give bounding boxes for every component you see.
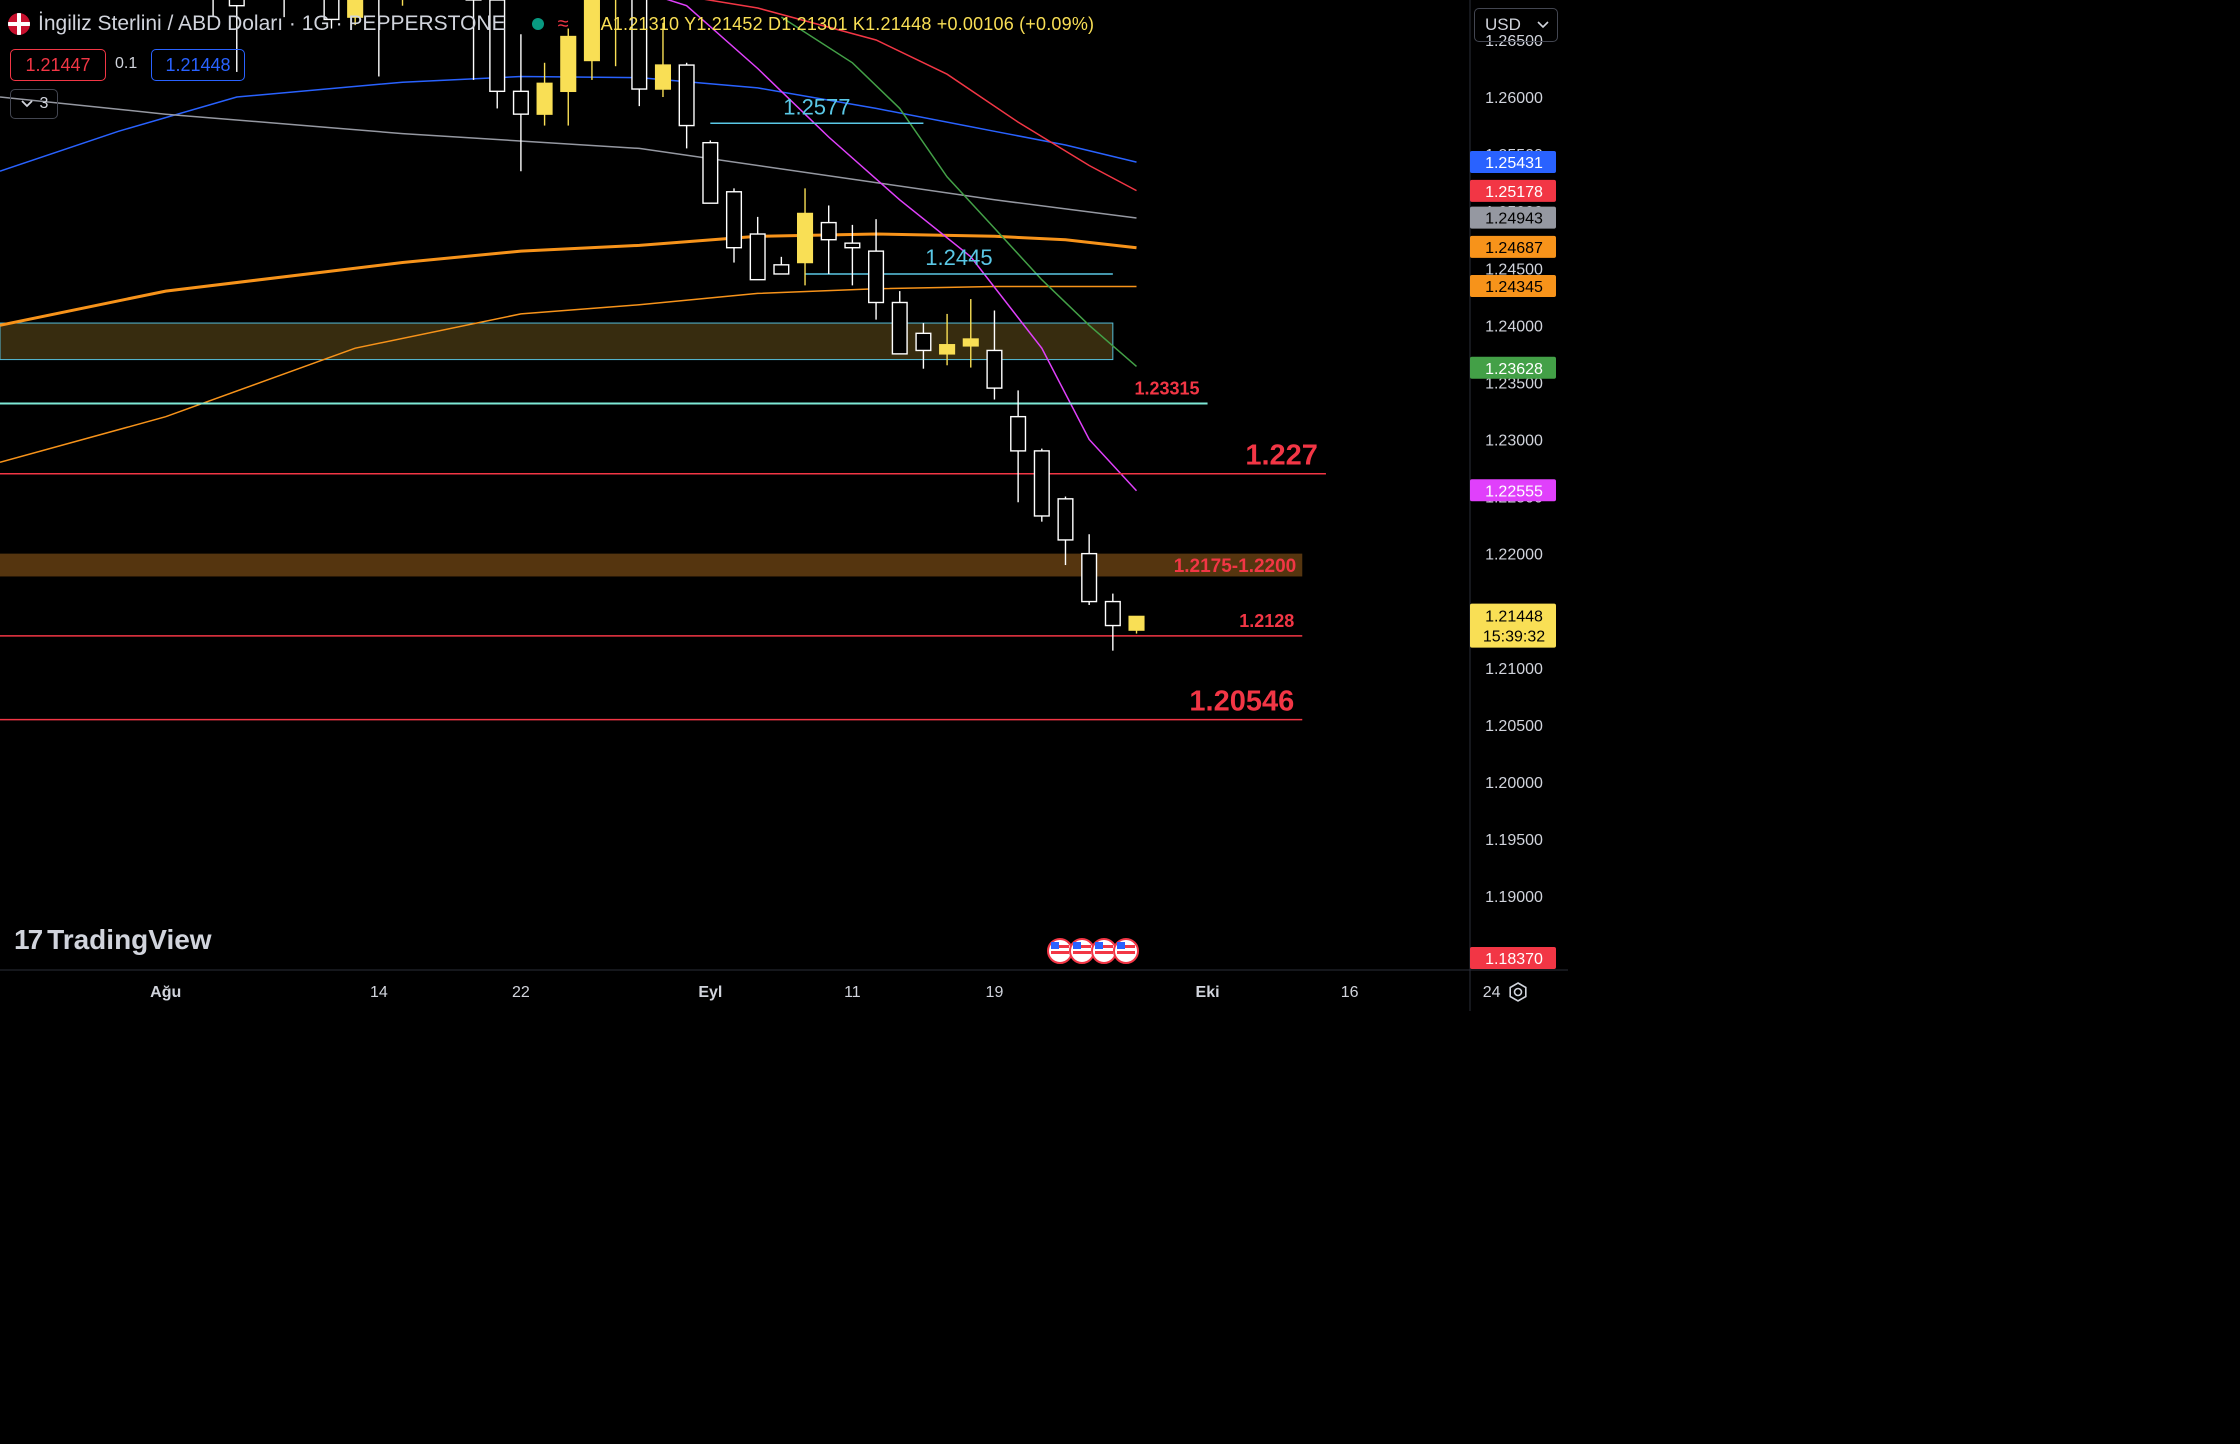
x-tick-label: Ağu [150, 984, 181, 1001]
candle-body-35 [1104, 600, 1121, 627]
price-tag-label-6: 1.22555 [1485, 483, 1543, 500]
us-flag-canton [1095, 942, 1103, 949]
candle-body-28 [939, 344, 956, 355]
candle-body-36 [1128, 615, 1145, 631]
us-flag-stripe [1117, 951, 1135, 954]
sell-button[interactable]: 1.21447 [10, 49, 106, 81]
us-flag-stripe [1051, 951, 1069, 954]
level-label-2: 1.23315 [1134, 379, 1199, 399]
currency-select[interactable]: USD [1474, 8, 1558, 42]
candle-body-23 [820, 221, 837, 241]
moving-average-line-4 [0, 285, 1137, 464]
spread-value: 0.1 [115, 55, 138, 72]
level-label-3: 1.227 [1245, 440, 1318, 472]
level-label-4: 1.2128 [1239, 611, 1294, 631]
wave-icon[interactable]: ≈ [558, 13, 569, 36]
candle-body-12 [560, 35, 577, 93]
candle-body-29 [962, 338, 979, 347]
x-tick-label: 22 [512, 984, 530, 1001]
candle-body-25 [868, 250, 885, 304]
us-flag-canton [1117, 942, 1125, 949]
candle-body-34 [1081, 552, 1098, 603]
us-flag-stripe [1073, 951, 1091, 954]
candle-body-32 [1033, 450, 1050, 517]
candle-body-22 [796, 212, 814, 264]
x-tick-label: 11 [844, 984, 861, 1001]
candle-body-31 [1010, 415, 1027, 452]
candle-body-2 [228, 0, 245, 7]
x-tick-label: 19 [986, 984, 1004, 1001]
candle-body-18 [702, 141, 719, 204]
level-label-0: 1.2577 [783, 94, 850, 119]
candle-body-17 [678, 64, 695, 127]
y-tick-label: 1.22000 [1485, 547, 1543, 564]
price-tag-label-7: 1.18370 [1485, 951, 1543, 968]
candle-body-30 [986, 349, 1003, 389]
last-price-label: 1.21448 [1485, 609, 1543, 626]
chevron-down-icon [1537, 21, 1549, 29]
gear-icon[interactable] [1506, 980, 1530, 1004]
x-tick-label: 14 [370, 984, 388, 1001]
price-tag-label-1: 1.25178 [1485, 184, 1543, 201]
candle-body-11 [536, 82, 553, 115]
flag-icon [8, 13, 30, 35]
logo-text: TradingView [47, 924, 212, 955]
buy-button[interactable]: 1.21448 [151, 49, 245, 81]
price-tag-label-0: 1.25431 [1485, 155, 1543, 172]
moving-average-line-5 [780, 16, 1137, 367]
us-flag-canton [1051, 942, 1059, 949]
y-tick-label: 1.19000 [1485, 889, 1543, 906]
price-tag-label-3: 1.24687 [1485, 240, 1543, 257]
ohlc-values: A1.21310 Y1.21452 D1.21301 K1.21448 +0.0… [600, 13, 1095, 34]
candle-body-26 [891, 301, 908, 355]
candle-body-21 [773, 264, 790, 275]
zone-label-1: 1.2175-1.2200 [1174, 556, 1297, 577]
currency-value: USD [1485, 15, 1521, 34]
us-flag-stripe [1095, 951, 1113, 954]
y-tick-label: 1.24000 [1485, 318, 1543, 335]
tradingview-logo-icon: 17 [14, 924, 43, 955]
candle-body-16 [654, 64, 672, 90]
us-flag-canton [1073, 942, 1081, 949]
candle-body-19 [725, 191, 743, 249]
price-tag-label-4: 1.24345 [1485, 279, 1543, 296]
countdown-label: 15:39:32 [1483, 629, 1545, 646]
y-tick-label: 1.21000 [1485, 661, 1543, 678]
chevron-down-icon [20, 100, 33, 108]
level-label-1: 1.2445 [925, 245, 992, 270]
x-tick-label: 24 [1483, 984, 1501, 1001]
tradingview-logo[interactable]: 17 TradingView [14, 924, 212, 956]
y-tick-label: 1.26000 [1485, 90, 1543, 107]
indicators-count: 3 [39, 95, 49, 112]
y-tick-label: 1.20000 [1485, 775, 1543, 792]
candle-body-27 [915, 332, 932, 352]
price-tag-label-5: 1.23628 [1485, 361, 1543, 378]
indicators-toggle-button[interactable]: 3 [10, 89, 58, 119]
candle-body-10 [512, 90, 529, 115]
level-label-5: 1.20546 [1189, 686, 1294, 718]
y-tick-label: 1.19500 [1485, 832, 1543, 849]
x-tick-label: Eki [1196, 984, 1220, 1001]
symbol-header[interactable]: İngiliz Sterlini / ABD Doları · 1G · PEP… [8, 8, 1094, 40]
zone-1 [0, 553, 1303, 577]
candle-body-20 [749, 233, 766, 281]
x-tick-label: Eyl [698, 984, 722, 1001]
x-tick-label: 16 [1341, 984, 1359, 1001]
y-tick-label: 1.23000 [1485, 432, 1543, 449]
candle-body-24 [844, 242, 861, 249]
y-tick-label: 1.20500 [1485, 718, 1543, 735]
price-chart[interactable]: 1.2175-1.2200 1.2577 1.2445 1.23315 1.227 1.2… [0, 0, 1568, 1011]
symbol-title[interactable]: İngiliz Sterlini / ABD Doları · 1G · PEP… [38, 12, 506, 36]
candle-body-33 [1057, 498, 1074, 541]
price-tag-label-2: 1.24943 [1485, 211, 1543, 228]
market-open-dot-icon [531, 18, 544, 30]
